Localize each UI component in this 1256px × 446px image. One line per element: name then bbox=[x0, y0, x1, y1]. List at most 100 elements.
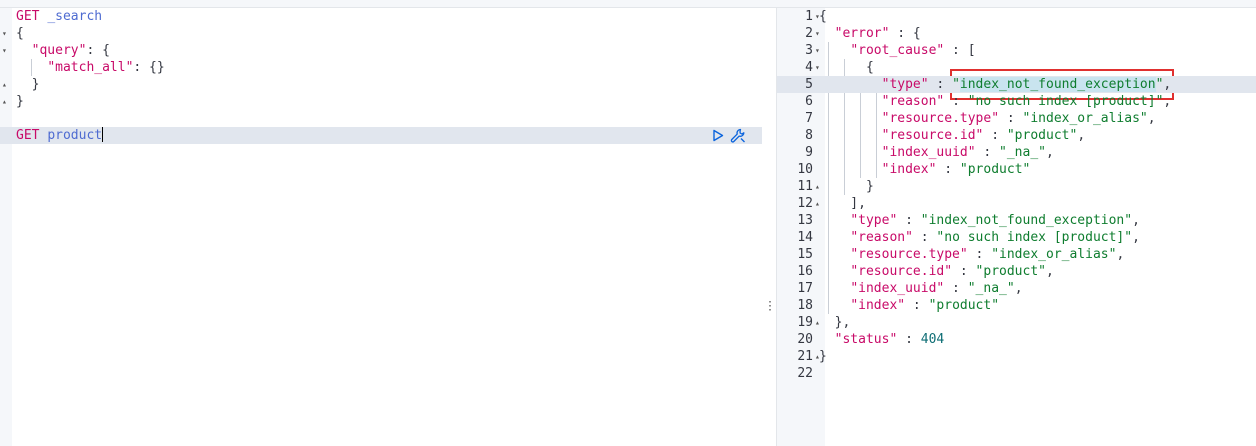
line-number: 10 bbox=[797, 162, 813, 177]
text-cursor bbox=[102, 127, 104, 142]
line-number: 12 bbox=[797, 196, 813, 211]
request-code[interactable]: GET product bbox=[16, 127, 104, 144]
line-number: 15 bbox=[797, 247, 813, 262]
line-number: 3 bbox=[805, 43, 813, 58]
response-line: 3 ▾ "root_cause" : [ bbox=[777, 42, 1256, 59]
fold-toggle-icon[interactable]: ▾ bbox=[2, 42, 10, 59]
top-toolbar-strip bbox=[0, 0, 1256, 8]
request-code[interactable]: GET _search bbox=[16, 8, 102, 25]
request-line[interactable]: ▾ "query": { bbox=[0, 42, 762, 59]
code-token: ], bbox=[819, 196, 866, 211]
code-token: "error" bbox=[834, 26, 890, 41]
line-number: 2 bbox=[805, 26, 813, 41]
wrench-icon[interactable] bbox=[730, 128, 746, 144]
pane-resize-divider[interactable]: · · · bbox=[762, 8, 777, 446]
code-token: : bbox=[975, 145, 1000, 160]
line-number: 11 bbox=[797, 179, 813, 194]
code-token: 404 bbox=[920, 332, 945, 347]
code-token: "reason" bbox=[850, 230, 913, 245]
code-token: , bbox=[1132, 213, 1140, 228]
code-token: GET bbox=[16, 9, 40, 24]
code-token: : bbox=[944, 281, 968, 296]
response-code: } bbox=[819, 178, 874, 195]
line-number: 19 bbox=[797, 315, 813, 330]
request-line[interactable]: ▾{ bbox=[0, 25, 762, 42]
response-line: 15 "resource.type" : "index_or_alias", bbox=[777, 246, 1256, 263]
request-line[interactable] bbox=[0, 110, 762, 127]
request-code[interactable]: } bbox=[16, 76, 40, 93]
code-token: "reason" bbox=[881, 94, 945, 109]
response-code: "type" : "index_not_found_exception", bbox=[819, 212, 1140, 229]
request-actions bbox=[712, 127, 746, 144]
line-number: 6 bbox=[805, 94, 813, 109]
request-editor[interactable]: GET _search ▾{▾ "query": { "match_all": {… bbox=[0, 8, 762, 446]
code-token: "resource.id" bbox=[881, 128, 984, 143]
code-token: } bbox=[16, 77, 40, 92]
highlighted-error-type: index_not_found_exception bbox=[959, 77, 1156, 92]
code-token: : [ bbox=[944, 43, 976, 58]
response-code: } bbox=[819, 348, 827, 365]
code-token: _search bbox=[47, 9, 103, 24]
code-token: "product" bbox=[1006, 128, 1078, 143]
code-token: , bbox=[1132, 230, 1140, 245]
code-token: : { bbox=[889, 26, 921, 41]
line-number: 8 bbox=[805, 128, 813, 143]
code-token: { bbox=[819, 60, 874, 75]
fold-toggle-icon[interactable]: ▾ bbox=[2, 25, 10, 42]
line-number: 1 bbox=[805, 9, 813, 24]
response-line: 4 ▾ { bbox=[777, 59, 1256, 76]
response-line: 11 ▴ } bbox=[777, 178, 1256, 195]
code-token: : { bbox=[86, 43, 110, 58]
request-line[interactable]: ▴ } bbox=[0, 76, 762, 93]
response-line: 17 "index_uuid" : "_na_", bbox=[777, 280, 1256, 297]
code-token: }, bbox=[819, 315, 851, 330]
line-number: 5 bbox=[805, 77, 813, 92]
code-token: "type" bbox=[850, 213, 898, 228]
line-number: 13 bbox=[797, 213, 813, 228]
response-line: 12 ▴ ], bbox=[777, 195, 1256, 212]
response-output[interactable]: 1 ▾{2 ▾ "error" : {3 ▾ "root_cause" : [4 ▾ {… bbox=[777, 8, 1256, 446]
code-token: "product" bbox=[959, 162, 1031, 177]
code-token: "index_not_found_exception" bbox=[920, 213, 1133, 228]
response-line: 20 "status" : 404 bbox=[777, 331, 1256, 348]
response-code: { bbox=[819, 59, 874, 76]
response-code: "resource.id" : "product", bbox=[819, 127, 1086, 144]
request-code[interactable]: "query": { bbox=[16, 42, 110, 59]
play-icon[interactable] bbox=[712, 129, 724, 142]
code-token: "index" bbox=[850, 298, 906, 313]
response-line: 14 "reason" : "no such index [product]", bbox=[777, 229, 1256, 246]
code-token: "no such index [product]" bbox=[936, 230, 1133, 245]
fold-toggle-icon[interactable]: ▴ bbox=[2, 93, 10, 110]
drag-handle-icon[interactable]: · · · bbox=[767, 298, 773, 316]
request-code[interactable]: { bbox=[16, 25, 24, 42]
code-token: "type" bbox=[881, 77, 929, 92]
response-code: "index" : "product" bbox=[819, 297, 999, 314]
fold-toggle-icon[interactable]: ▴ bbox=[2, 76, 10, 93]
response-line: 22 bbox=[777, 365, 1256, 382]
code-token: : bbox=[928, 77, 953, 92]
request-line[interactable]: ▴} bbox=[0, 93, 762, 110]
code-token: : bbox=[912, 230, 937, 245]
response-code: "reason" : "no such index [product]", bbox=[819, 229, 1140, 246]
request-code[interactable]: "match_all": {} bbox=[16, 59, 164, 76]
code-token: : bbox=[999, 111, 1023, 126]
code-token: : bbox=[944, 94, 968, 109]
request-line[interactable]: "match_all": {} bbox=[0, 59, 762, 76]
request-code[interactable]: } bbox=[16, 93, 24, 110]
response-code: "resource.type" : "index_or_alias", bbox=[819, 246, 1124, 263]
request-line[interactable]: GET _search bbox=[0, 8, 762, 25]
request-line[interactable]: GET product bbox=[0, 127, 762, 144]
response-line: 10 "index" : "product" bbox=[777, 161, 1256, 178]
response-line: 8 "resource.id" : "product", bbox=[777, 127, 1256, 144]
code-token: { bbox=[16, 26, 24, 41]
